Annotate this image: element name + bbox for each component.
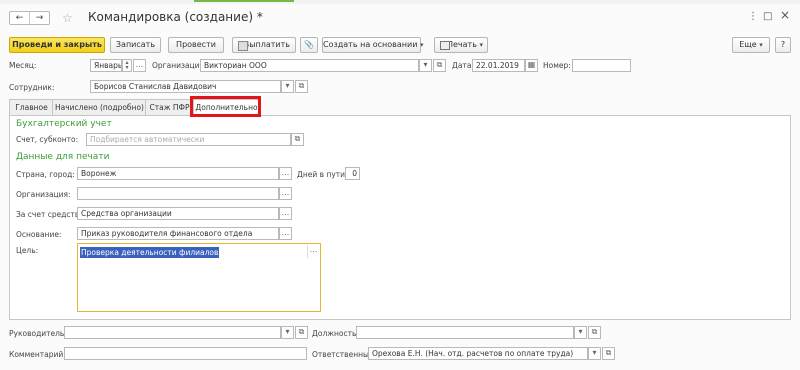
position-label: Должность: [312,329,359,338]
days-on-road-field[interactable]: 0 [345,167,360,180]
more-button[interactable]: Еще ▾ [732,37,770,53]
funding-select-button[interactable]: ... [279,207,292,220]
post-button[interactable]: Провести [168,37,224,53]
tab-accrued-detailed[interactable]: Начислено (подробно) [52,99,147,116]
country-city-field[interactable]: Воронеж [77,167,279,180]
calendar-icon[interactable]: ▦ [525,59,538,72]
printer-icon [440,41,450,50]
comment-label: Комментарий: [9,350,66,359]
create-based-on-label: Создать на основании [323,40,418,49]
nav-buttons: ← → [9,11,50,25]
comment-field[interactable] [64,347,307,360]
print-org-label: Организация: [16,190,71,199]
attach-icon[interactable]: 📎 [300,37,318,53]
position-dropdown[interactable]: ▾ [574,326,587,339]
account-label: Счет, субконто: [16,135,79,144]
organization-dropdown[interactable]: ▾ [419,59,432,72]
number-field[interactable] [572,59,631,72]
responsible-field[interactable]: Орехова Е.Н. (Нач. отд. расчетов по опла… [368,347,588,360]
forward-icon[interactable]: → [30,12,49,24]
highlight-box [190,96,261,117]
responsible-open-icon[interactable]: ⧉ [602,347,615,360]
chevron-down-icon: ▾ [479,41,483,49]
print-button-label: Печать [446,40,477,49]
post-and-close-button[interactable]: Проведи и закрыть [9,37,105,53]
month-label: Месяц: [9,61,37,70]
employee-open-icon[interactable]: ⧉ [295,80,308,93]
country-city-select-button[interactable]: ... [279,167,292,180]
head-field[interactable] [64,326,281,339]
create-based-on-button[interactable]: Создать на основании ▾ [322,37,424,53]
basis-select-button[interactable]: ... [279,227,292,240]
tab-main[interactable]: Главное [9,99,54,116]
organization-label: Организация: [152,61,207,70]
head-open-icon[interactable]: ⧉ [295,326,308,339]
date-field[interactable]: 22.01.2019 [472,59,525,72]
organization-open-icon[interactable]: ⧉ [433,59,446,72]
basis-label: Основание: [16,230,62,239]
favorite-star-icon[interactable]: ☆ [62,11,73,25]
month-field[interactable]: Январь 2019 [90,59,122,72]
top-strip [0,0,800,4]
purpose-label: Цель: [16,246,39,255]
chevron-down-icon: ▾ [759,41,763,49]
funding-label: За счет средств: [16,210,82,219]
responsible-label: Ответственный: [312,350,377,359]
employee-dropdown[interactable]: ▾ [281,80,294,93]
back-icon[interactable]: ← [10,12,30,24]
more-label: Еще [739,40,757,49]
number-label: Номер: [543,61,571,70]
pay-button-label: Выплатить [243,40,290,49]
more-vertical-icon[interactable]: ⋮ [748,11,758,22]
help-button[interactable]: ? [775,37,791,53]
date-label: Дата: [452,61,474,70]
print-org-select-button[interactable]: ... [279,187,292,200]
organization-field[interactable]: Викториан ООО [200,59,419,72]
basis-field[interactable]: Приказ руководителя финансового отдела [77,227,279,240]
employee-field[interactable]: Борисов Станислав Давидович [90,80,281,93]
purpose-selected-text: Проверка деятельности филиалов [80,247,220,258]
print-button[interactable]: Печать ▾ [434,37,488,53]
spin-down-icon: ▾ [125,64,129,71]
close-icon[interactable]: × [780,8,790,22]
funding-field[interactable]: Средства организации [77,207,279,220]
account-field[interactable]: Подбирается автоматически [86,133,291,146]
pay-button[interactable]: Выплатить [232,37,296,53]
position-field[interactable] [356,326,574,339]
month-spinner[interactable]: ▴ ▾ [122,59,132,72]
pay-icon [238,41,248,51]
purpose-select-button[interactable]: ... [307,245,319,258]
account-open-icon[interactable]: ⧉ [291,133,304,146]
print-org-field[interactable] [77,187,279,200]
country-city-label: Страна, город: [16,170,75,179]
print-data-section-title: Данные для печати [16,152,110,162]
position-open-icon[interactable]: ⧉ [588,326,601,339]
days-on-road-label: Дней в пути: [297,170,348,179]
window-title: Командировка (создание) * [88,10,263,24]
employee-label: Сотрудник: [9,83,55,92]
resize-icon[interactable]: □ [763,11,772,22]
responsible-dropdown[interactable]: ▾ [588,347,601,360]
accounting-section-title: Бухгалтерский учет [16,119,112,129]
head-dropdown[interactable]: ▾ [281,326,294,339]
head-label: Руководитель: [9,329,67,338]
write-button[interactable]: Записать [110,37,161,53]
chevron-down-icon: ▾ [419,41,424,49]
month-select-button[interactable]: ... [133,59,146,72]
tab-pfr-experience[interactable]: Стаж ПФР [145,99,194,116]
